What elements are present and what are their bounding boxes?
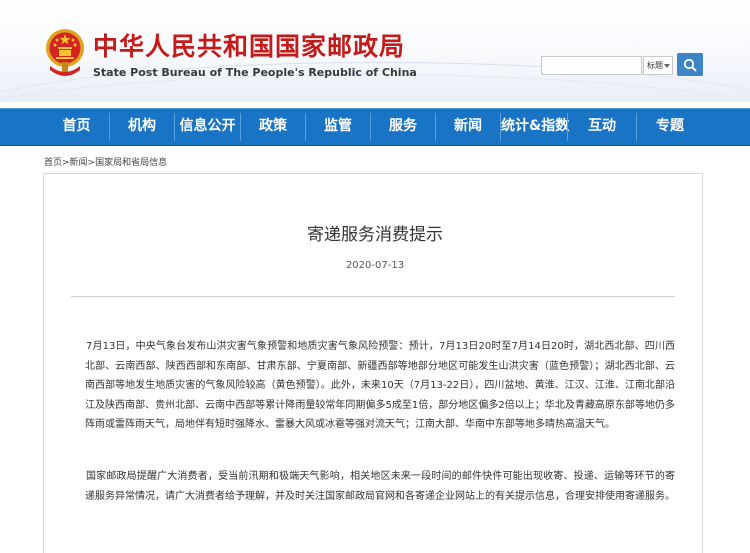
site-title-cn[interactable]: 中华人民共和国国家邮政局 xyxy=(93,27,405,63)
search-field-select-value: 标题 xyxy=(647,61,663,70)
nav-item-news[interactable]: 新闻 xyxy=(436,109,500,145)
nav-item-home[interactable]: 首页 xyxy=(44,109,109,145)
breadcrumb[interactable]: 首页>新闻>国家局和省局信息 xyxy=(44,155,167,168)
article-paragraph: 国家邮政局提醒广大消费者，受当前汛期和极端天气影响，相关地区未来一段时间的邮件快… xyxy=(85,471,675,502)
nav-item-interaction[interactable]: 互动 xyxy=(568,109,636,145)
nav-item-policy[interactable]: 政策 xyxy=(241,109,305,145)
search-input[interactable] xyxy=(541,56,642,75)
title-divider xyxy=(71,296,675,297)
chevron-down-icon xyxy=(664,64,670,68)
main-nav: 首页 机构 信息公开 政策 监管 服务 新闻 统计&指数 互动 专题 xyxy=(0,108,750,146)
nav-item-organization[interactable]: 机构 xyxy=(110,109,174,145)
nav-item-info-disclosure[interactable]: 信息公开 xyxy=(175,109,240,145)
article-date: 2020-07-13 xyxy=(345,260,405,271)
site-header: 中华人民共和国国家邮政局 State Post Bureau of The Pe… xyxy=(0,0,750,102)
nav-item-statistics[interactable]: 统计&指数 xyxy=(501,109,569,145)
site-title-en[interactable]: State Post Bureau of The People's Republ… xyxy=(93,66,417,79)
article-paragraph: 7月13日，中央气象台发布山洪灾害气象预警和地质灾害气象风险预警：预计，7月13… xyxy=(85,341,675,431)
article-title: 寄递服务消费提示 xyxy=(307,225,443,245)
nav-item-service[interactable]: 服务 xyxy=(371,109,435,145)
nav-item-supervision[interactable]: 监管 xyxy=(306,109,370,145)
nav-item-topics[interactable]: 专题 xyxy=(637,109,703,145)
search-button[interactable] xyxy=(677,53,703,76)
search-icon xyxy=(683,58,697,72)
search-field-select[interactable]: 标题 xyxy=(643,56,673,75)
national-emblem-icon[interactable] xyxy=(44,26,86,78)
